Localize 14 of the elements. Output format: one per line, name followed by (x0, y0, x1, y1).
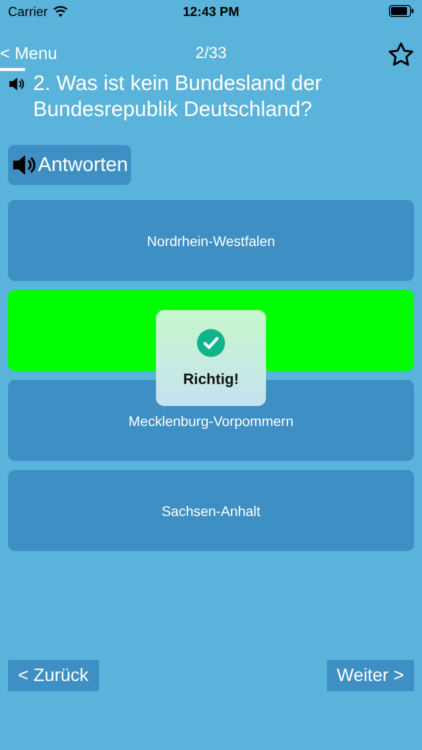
answer-option[interactable]: Sachsen-Anhalt (8, 470, 414, 551)
star-icon[interactable] (388, 42, 414, 66)
clock-time: 12:43 PM (182, 4, 240, 18)
question-text: 2. Was ist kein Bundesland der Bundesrepublik Deutschland? (33, 71, 323, 123)
question-counter: 2/33 (195, 45, 227, 63)
previous-button[interactable]: < Zurück (8, 660, 99, 691)
answer-option[interactable]: Nordrhein-Westfalen (8, 200, 414, 281)
next-button[interactable]: Weiter > (326, 660, 414, 691)
battery-icon (389, 5, 414, 17)
menu-link[interactable]: < Menu (0, 44, 58, 64)
read-answers-button[interactable]: Antworten (8, 145, 132, 185)
check-icon (197, 328, 225, 356)
carrier-label: Carrier (8, 4, 48, 18)
wifi-icon (52, 6, 68, 16)
